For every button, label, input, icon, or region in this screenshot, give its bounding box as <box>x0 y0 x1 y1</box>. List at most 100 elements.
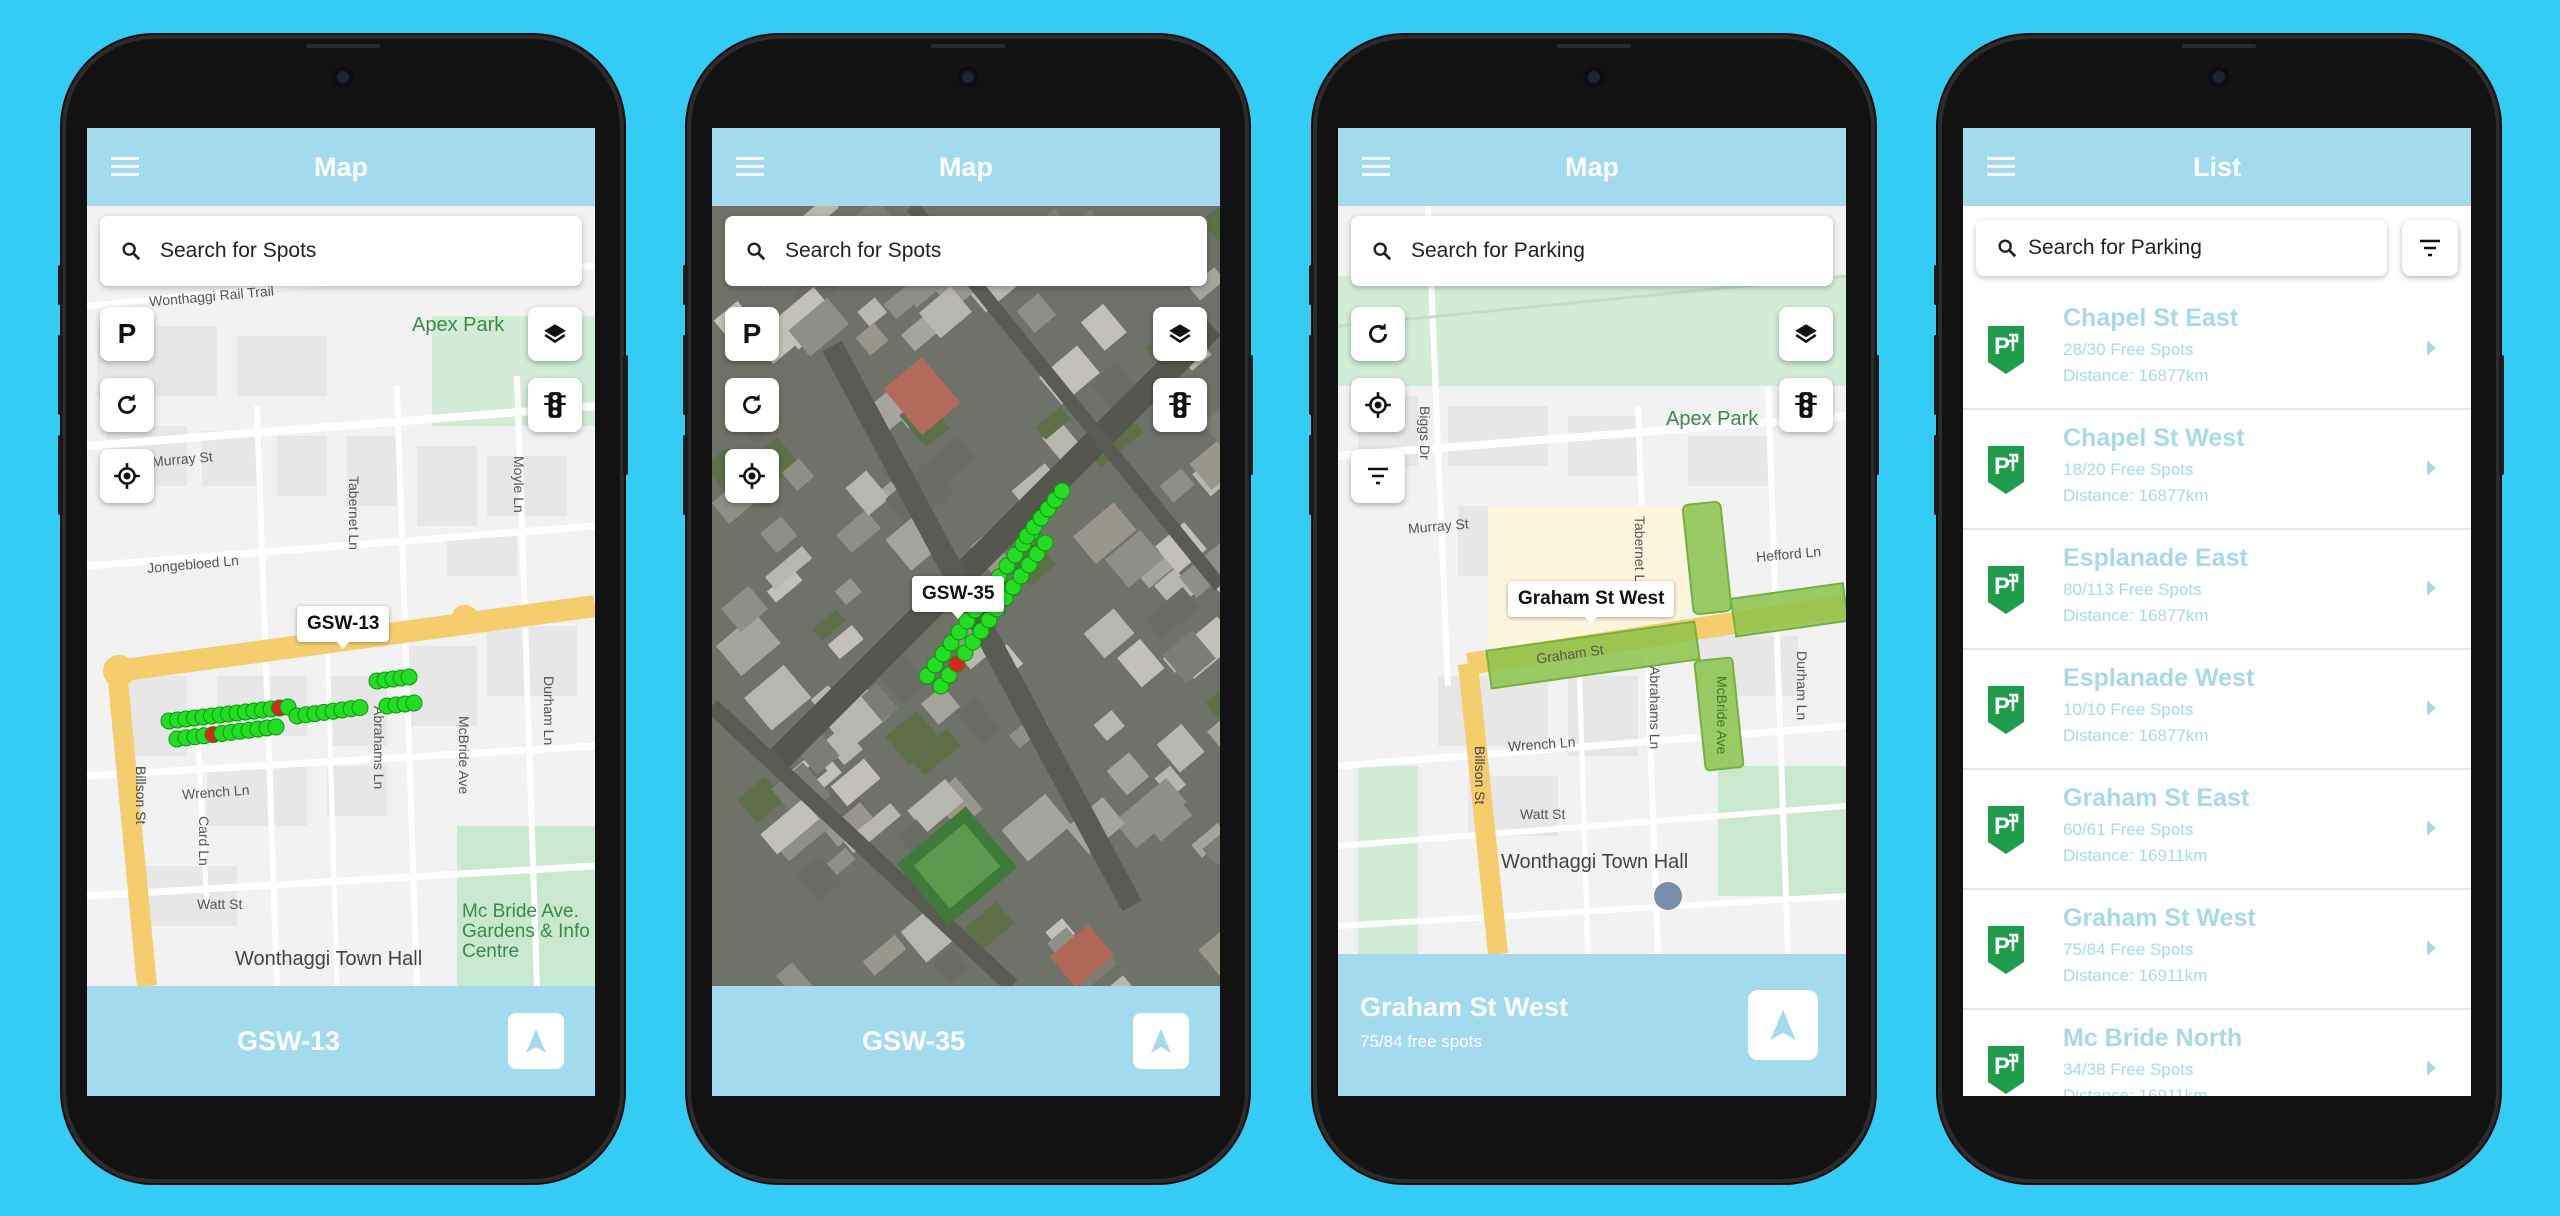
locate-button[interactable] <box>725 449 779 503</box>
locate-button[interactable] <box>100 449 154 503</box>
list-item[interactable]: P Chapel St East 28/30 Free Spots Distance:… <box>1963 290 2471 410</box>
parking-spot[interactable] <box>1036 534 1054 552</box>
search-bar[interactable]: Search for Spots <box>725 216 1207 286</box>
layers-icon <box>1795 324 1817 344</box>
list-item[interactable]: P Graham St East 60/61 Free Spots Distance:… <box>1963 770 2471 890</box>
search-bar[interactable]: Search for Parking <box>1976 220 2387 276</box>
svg-text:P: P <box>1994 453 2010 480</box>
zone-callout[interactable]: Graham St West <box>1508 581 1675 624</box>
bottom-panel: Graham St West 75/84 free spots <box>1338 954 1846 1096</box>
mute-switch <box>1309 265 1314 305</box>
layers-button[interactable] <box>1779 307 1833 361</box>
list-item-name: Graham St East <box>2063 784 2250 812</box>
list-item-name: Chapel St East <box>2063 304 2239 332</box>
power-button <box>623 355 628 475</box>
parking-p-icon: P <box>742 318 762 349</box>
street-map[interactable]: Biggs Dr Apex Park Murray St Tabernet Ln… <box>1338 206 1846 954</box>
parking-spot[interactable] <box>1053 482 1071 500</box>
list-item-spots: 28/30 Free Spots <box>2063 340 2194 359</box>
filter-button[interactable] <box>2402 220 2458 276</box>
top-bar: Map <box>1338 128 1846 206</box>
phone-3: Map Biggs Dr Apex Park Murray St Taberne… <box>1309 35 1879 1183</box>
list-item-spots: 34/38 Free Spots <box>2063 1060 2194 1079</box>
list-item-distance: Distance: 16911km <box>2063 1086 2208 1096</box>
map-label: McBride Ave <box>1714 676 1730 755</box>
power-button <box>1248 355 1253 475</box>
traffic-button[interactable] <box>1153 378 1207 432</box>
chevron-right-icon <box>2427 340 2436 356</box>
layers-icon <box>1169 324 1191 344</box>
parking-spot[interactable] <box>267 718 285 736</box>
parking-toggle-button[interactable]: P <box>725 307 779 361</box>
volume-up <box>1309 335 1314 415</box>
search-input[interactable]: Search for Parking <box>2028 220 2202 276</box>
list-item-spots: 18/20 Free Spots <box>2063 460 2194 479</box>
traffic-light-icon <box>1169 392 1191 418</box>
chevron-right-icon <box>2427 820 2436 836</box>
navigate-button[interactable] <box>508 1013 564 1069</box>
selected-spot-label: GSW-13 <box>237 1026 340 1056</box>
layers-icon <box>544 324 566 344</box>
screen-list: List Search for Parking P Chapel St East 2… <box>1963 128 2471 1096</box>
bottom-panel: GSW-35 <box>712 986 1220 1096</box>
parking-pin-icon: P <box>1988 446 2024 494</box>
navigate-button[interactable] <box>1133 1013 1189 1069</box>
parking-toggle-button[interactable]: P <box>100 307 154 361</box>
volume-up <box>58 335 63 415</box>
top-bar: Map <box>712 128 1220 206</box>
search-bar[interactable]: Search for Spots <box>100 216 582 286</box>
filter-button[interactable] <box>1351 449 1405 503</box>
chevron-right-icon <box>2427 1060 2436 1076</box>
bottom-panel: GSW-13 <box>87 986 595 1096</box>
zone-name: Graham St West <box>1360 992 1569 1022</box>
navigate-button[interactable] <box>1748 990 1818 1060</box>
list-item-spots: 75/84 Free Spots <box>2063 940 2194 959</box>
list-item[interactable]: P Chapel St West 18/20 Free Spots Distance:… <box>1963 410 2471 530</box>
volume-up <box>683 335 688 415</box>
traffic-button[interactable] <box>528 378 582 432</box>
list-item[interactable]: P Graham St West 75/84 Free Spots Distance:… <box>1963 890 2471 1010</box>
list-item-name: Graham St West <box>2063 904 2256 932</box>
chevron-right-icon <box>2427 580 2436 596</box>
locate-button[interactable] <box>1351 378 1405 432</box>
volume-down <box>58 435 63 515</box>
parking-spot[interactable] <box>351 699 369 717</box>
spot-callout[interactable]: GSW-13 <box>297 606 390 649</box>
list-item-spots: 10/10 Free Spots <box>2063 700 2194 719</box>
map-label: Watt St <box>1520 806 1566 822</box>
search-bar[interactable]: Search for Parking <box>1351 216 1833 286</box>
list-item[interactable]: P Esplanade East 80/113 Free Spots Distance… <box>1963 530 2471 650</box>
my-location-icon <box>739 463 765 489</box>
power-button <box>2499 355 2504 475</box>
speaker <box>931 44 1005 48</box>
list-item-distance: Distance: 16911km <box>2063 846 2208 865</box>
list-item[interactable]: P Mc Bride North 34/38 Free Spots Distance:… <box>1963 1010 2471 1096</box>
search-input[interactable]: Search for Parking <box>1411 216 1585 286</box>
speaker <box>1557 44 1631 48</box>
refresh-button[interactable] <box>1351 307 1405 361</box>
search-input[interactable]: Search for Spots <box>785 216 941 286</box>
list-item[interactable]: P Esplanade West 10/10 Free Spots Distance:… <box>1963 650 2471 770</box>
page-title: Map <box>939 152 993 182</box>
search-input[interactable]: Search for Spots <box>160 216 316 286</box>
parking-spot[interactable] <box>400 668 418 686</box>
refresh-button[interactable] <box>100 378 154 432</box>
street-map[interactable]: Wonthaggi Rail Trail Apex Park Murray St… <box>87 206 595 986</box>
svg-text:P: P <box>1994 933 2010 960</box>
traffic-button[interactable] <box>1779 378 1833 432</box>
layers-button[interactable] <box>528 307 582 361</box>
navigation-arrow-icon <box>1770 1009 1796 1041</box>
satellite-map[interactable]: GSW-35 Search for Spots P <box>712 206 1220 986</box>
svg-text:P: P <box>1994 813 2010 840</box>
camera <box>332 66 354 88</box>
spot-callout[interactable]: GSW-35 <box>912 576 1005 619</box>
refresh-icon <box>118 394 136 414</box>
refresh-button[interactable] <box>725 378 779 432</box>
navigation-arrow-icon <box>526 1029 546 1053</box>
layers-button[interactable] <box>1153 307 1207 361</box>
filter-icon <box>1368 467 1388 485</box>
parking-pin-icon: P <box>1988 326 2024 374</box>
parking-pin-icon: P <box>1988 686 2024 734</box>
parking-spot[interactable] <box>405 694 423 712</box>
svg-text:P: P <box>1994 333 2010 360</box>
